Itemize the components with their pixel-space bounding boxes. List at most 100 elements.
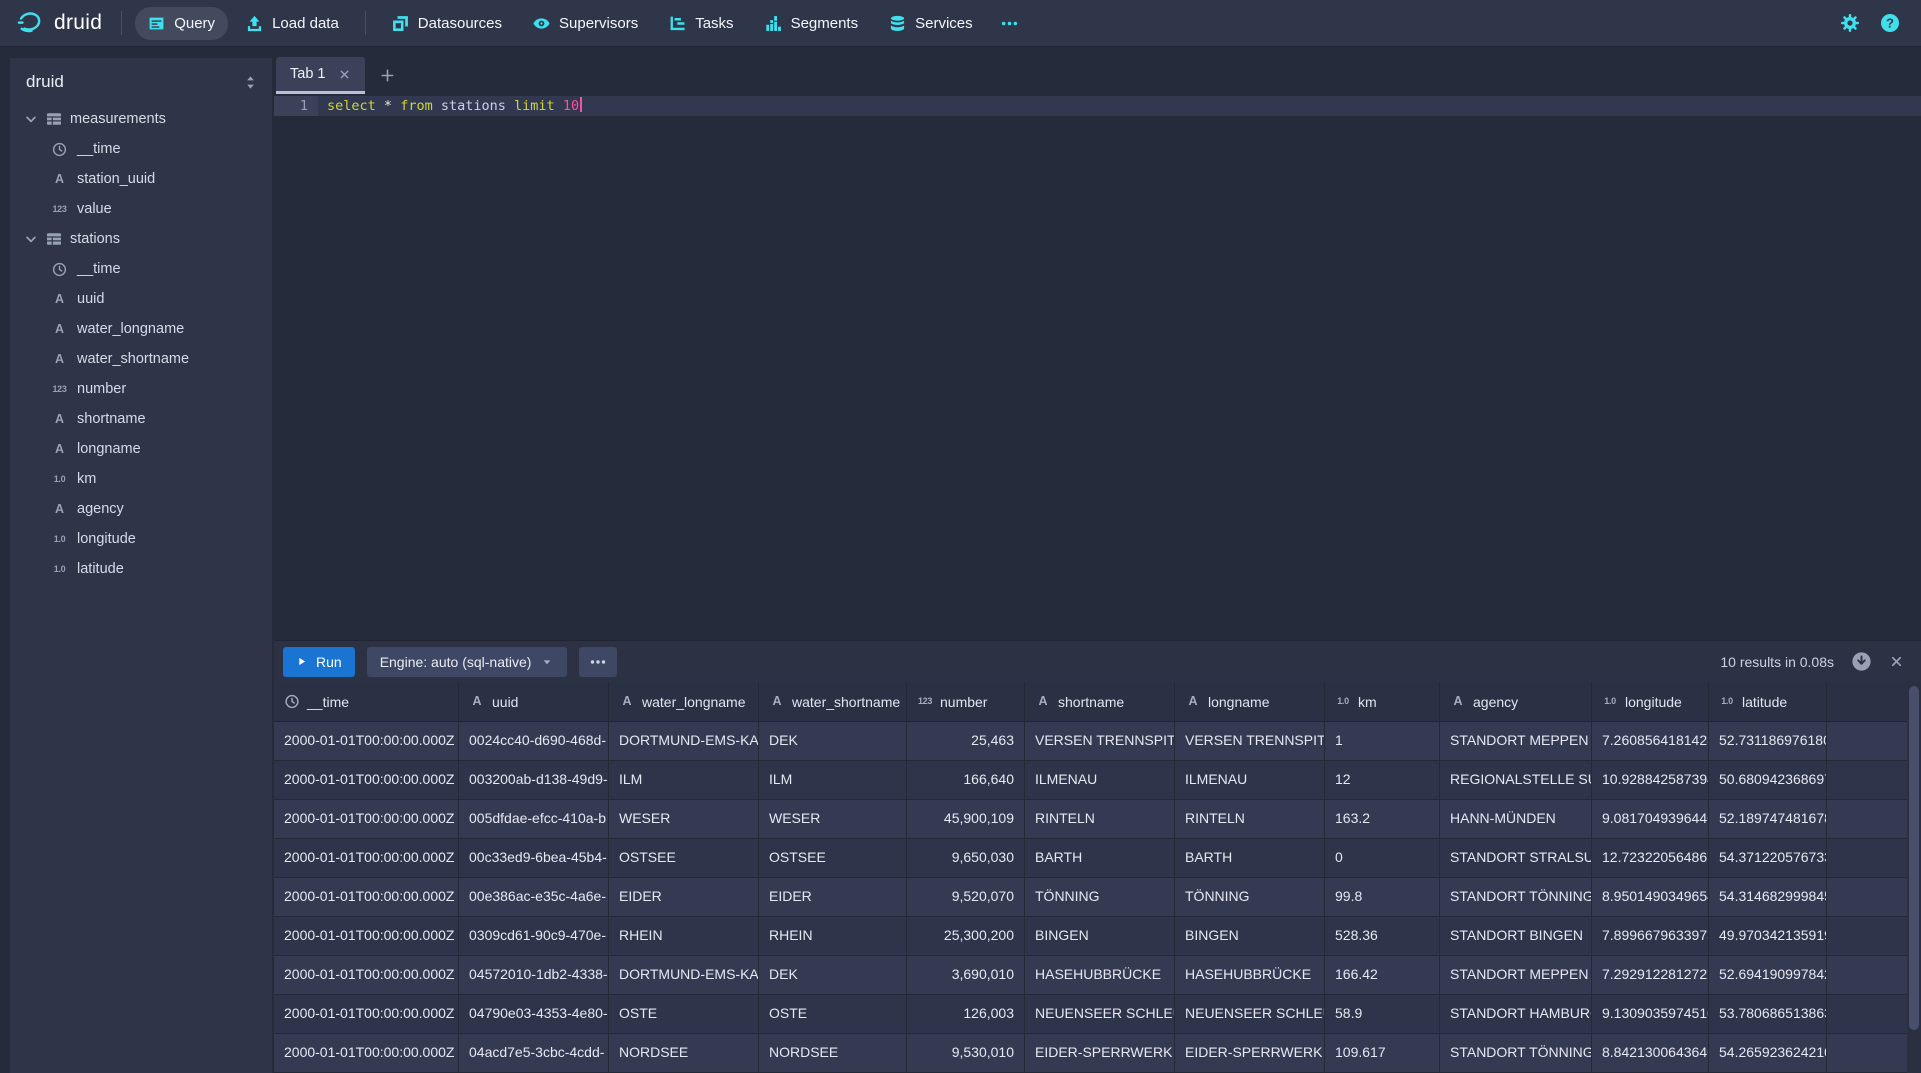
cell-latitude[interactable]: 52.7311869761806 [1709, 722, 1827, 760]
cell-km[interactable]: 99.8 [1325, 878, 1440, 916]
cell-__time[interactable]: 2000-01-01T00:00:00.000Z [274, 917, 459, 955]
cell-water_shortname[interactable]: DEK [759, 956, 907, 994]
cell-uuid[interactable]: 00c33ed9-6bea-45b4- [459, 839, 609, 877]
tree-field-number[interactable]: 123number [10, 374, 272, 404]
cell-longname[interactable]: ILMENAU [1175, 761, 1325, 799]
cell-latitude[interactable]: 54.3712205767335 [1709, 839, 1827, 877]
tree-field-agency[interactable]: Aagency [10, 494, 272, 524]
cell-number[interactable]: 45,900,109 [907, 800, 1025, 838]
add-tab-button[interactable] [365, 57, 410, 94]
cell-agency[interactable]: HANN-MÜNDEN [1440, 800, 1592, 838]
cell-water_longname[interactable]: ILM [609, 761, 759, 799]
nav-item-tasks[interactable]: Tasks [656, 7, 746, 40]
cell-agency[interactable]: STANDORT MEPPEN [1440, 722, 1592, 760]
cell-latitude[interactable]: 50.6809423686977 [1709, 761, 1827, 799]
cell-latitude[interactable]: 52.6941909978426 [1709, 956, 1827, 994]
cell-longname[interactable]: BARTH [1175, 839, 1325, 877]
cell-uuid[interactable]: 0024cc40-d690-468d- [459, 722, 609, 760]
double-caret-vertical-icon[interactable] [243, 75, 258, 90]
nav-item-services[interactable]: Services [876, 7, 986, 40]
cell-longname[interactable]: HASEHUBBRÜCKE [1175, 956, 1325, 994]
cell-uuid[interactable]: 04572010-1db2-4338- [459, 956, 609, 994]
cell-longname[interactable]: BINGEN [1175, 917, 1325, 955]
tree-field-__time[interactable]: __time [10, 254, 272, 284]
column-header-__time[interactable]: __time [274, 682, 459, 721]
cell-water_longname[interactable]: EIDER [609, 878, 759, 916]
column-header-longname[interactable]: Alongname [1175, 682, 1325, 721]
tree-field-station_uuid[interactable]: Astation_uuid [10, 164, 272, 194]
tree-field-latitude[interactable]: 1.0latitude [10, 554, 272, 584]
nav-item-datasources[interactable]: Datasources [379, 7, 515, 40]
cell-agency[interactable]: STANDORT TÖNNING [1440, 878, 1592, 916]
cell-uuid[interactable]: 04acd7e5-3cbc-4cdd- [459, 1034, 609, 1072]
cell-latitude[interactable]: 54.3146829998454 [1709, 878, 1827, 916]
tree-field-value[interactable]: 123value [10, 194, 272, 224]
cell-latitude[interactable]: 53.7806865138634 [1709, 995, 1827, 1033]
tree-field-longitude[interactable]: 1.0longitude [10, 524, 272, 554]
cell-shortname[interactable]: EIDER-SPERRWERK AP [1025, 1034, 1175, 1072]
nav-item-segments[interactable]: Segments [752, 7, 872, 40]
column-header-water_longname[interactable]: Awater_longname [609, 682, 759, 721]
cell-number[interactable]: 166,640 [907, 761, 1025, 799]
cell-water_shortname[interactable]: OSTSEE [759, 839, 907, 877]
tree-field-km[interactable]: 1.0km [10, 464, 272, 494]
cell-water_longname[interactable]: DORTMUND-EMS-KANAL [609, 722, 759, 760]
run-button[interactable]: Run [283, 647, 355, 677]
scrollbar-thumb[interactable] [1909, 686, 1919, 1030]
cell-water_shortname[interactable]: NORDSEE [759, 1034, 907, 1072]
cell-number[interactable]: 25,300,200 [907, 917, 1025, 955]
cell-__time[interactable]: 2000-01-01T00:00:00.000Z [274, 995, 459, 1033]
cell-shortname[interactable]: VERSEN TRENNSPITZE [1025, 722, 1175, 760]
cell-agency[interactable]: STANDORT HAMBURG [1440, 995, 1592, 1033]
cell-latitude[interactable]: 52.1897474816785 [1709, 800, 1827, 838]
cell-__time[interactable]: 2000-01-01T00:00:00.000Z [274, 800, 459, 838]
cell-water_shortname[interactable]: RHEIN [759, 917, 907, 955]
cell-longname[interactable]: EIDER-SPERRWERK AP [1175, 1034, 1325, 1072]
cell-longitude[interactable]: 7.26085641814285 [1592, 722, 1709, 760]
cell-number[interactable]: 126,003 [907, 995, 1025, 1033]
cell-km[interactable]: 12 [1325, 761, 1440, 799]
column-header-latitude[interactable]: 1.0latitude [1709, 682, 1827, 721]
cell-uuid[interactable]: 005dfdae-efcc-410a-b [459, 800, 609, 838]
cell-shortname[interactable]: BARTH [1025, 839, 1175, 877]
cell-shortname[interactable]: HASEHUBBRÜCKE [1025, 956, 1175, 994]
cell-uuid[interactable]: 0309cd61-90c9-470e- [459, 917, 609, 955]
tree-field-uuid[interactable]: Auuid [10, 284, 272, 314]
cell-km[interactable]: 163.2 [1325, 800, 1440, 838]
cell-__time[interactable]: 2000-01-01T00:00:00.000Z [274, 722, 459, 760]
settings-gear-button[interactable] [1840, 13, 1860, 33]
sql-editor[interactable]: 1 select * from stations limit 10 [274, 94, 1921, 640]
cell-km[interactable]: 0 [1325, 839, 1440, 877]
cell-water_shortname[interactable]: DEK [759, 722, 907, 760]
column-header-shortname[interactable]: Ashortname [1025, 682, 1175, 721]
cell-number[interactable]: 3,690,010 [907, 956, 1025, 994]
cell-water_shortname[interactable]: EIDER [759, 878, 907, 916]
cell-water_longname[interactable]: OSTE [609, 995, 759, 1033]
cell-__time[interactable]: 2000-01-01T00:00:00.000Z [274, 1034, 459, 1072]
column-header-km[interactable]: 1.0km [1325, 682, 1440, 721]
nav-item-query[interactable]: Query [135, 7, 228, 40]
query-more-button[interactable] [579, 647, 617, 677]
cell-__time[interactable]: 2000-01-01T00:00:00.000Z [274, 956, 459, 994]
cell-longname[interactable]: VERSEN TRENNSPITZE [1175, 722, 1325, 760]
cell-longitude[interactable]: 9.08170493964465 [1592, 800, 1709, 838]
cell-__time[interactable]: 2000-01-01T00:00:00.000Z [274, 878, 459, 916]
cell-shortname[interactable]: NEUENSEER SCHLEUSE [1025, 995, 1175, 1033]
close-tab-icon[interactable] [338, 68, 351, 81]
cell-latitude[interactable]: 54.2659236242103 [1709, 1034, 1827, 1072]
help-button[interactable]: ? [1880, 13, 1900, 33]
cell-longitude[interactable]: 10.9288425873943 [1592, 761, 1709, 799]
cell-agency[interactable]: STANDORT TÖNNING [1440, 1034, 1592, 1072]
cell-longitude[interactable]: 12.7232205648676 [1592, 839, 1709, 877]
cell-longitude[interactable]: 9.13090359745105 [1592, 995, 1709, 1033]
tree-field-longname[interactable]: Alongname [10, 434, 272, 464]
tree-table-measurements[interactable]: measurements [10, 104, 272, 134]
nav-item-more[interactable] [991, 7, 1028, 40]
brand[interactable]: druid [15, 9, 102, 38]
cell-agency[interactable]: STANDORT MEPPEN [1440, 956, 1592, 994]
tree-field-water_longname[interactable]: Awater_longname [10, 314, 272, 344]
cell-agency[interactable]: REGIONALSTELLE SUHL [1440, 761, 1592, 799]
cell-longitude[interactable]: 7.89966796339734 [1592, 917, 1709, 955]
cell-uuid[interactable]: 003200ab-d138-49d9- [459, 761, 609, 799]
column-header-number[interactable]: 123number [907, 682, 1025, 721]
